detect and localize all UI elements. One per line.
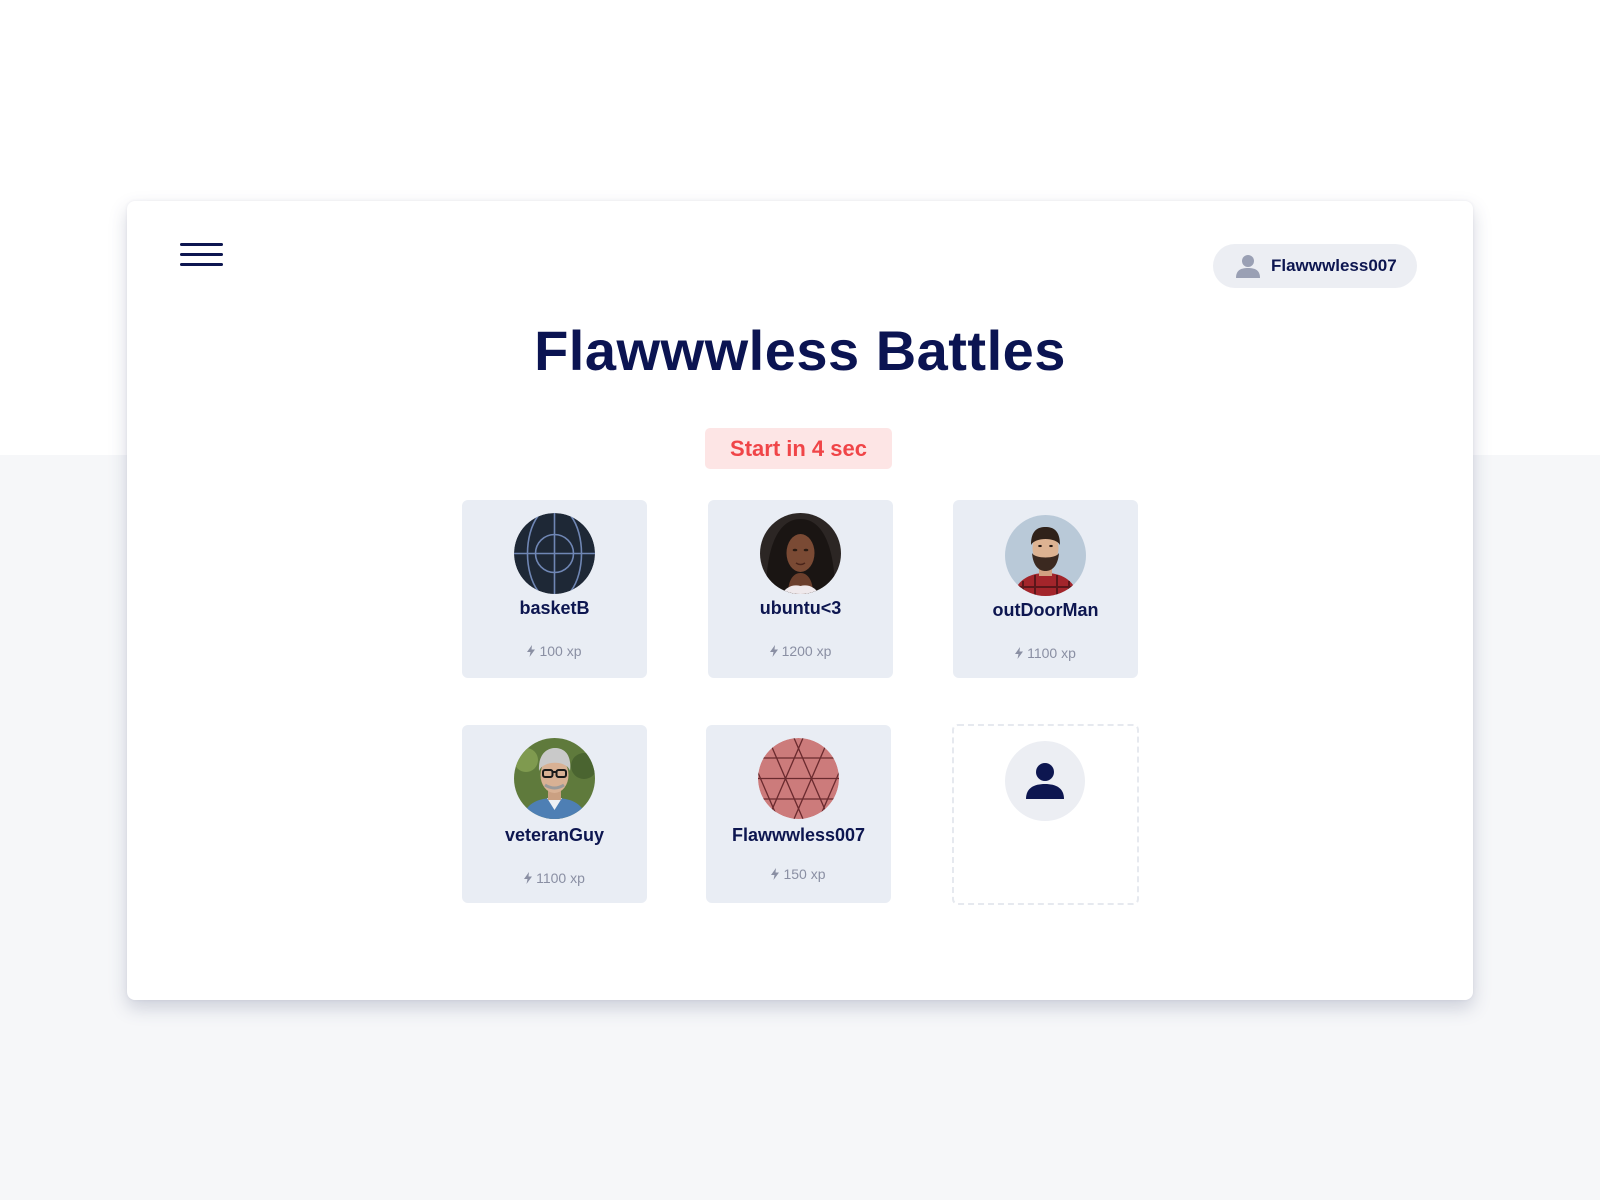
lightning-icon <box>771 868 780 880</box>
player-xp: 1100 xp <box>462 870 647 886</box>
xp-value: 100 xp <box>539 643 582 659</box>
player-xp: 1100 xp <box>953 645 1138 661</box>
countdown-badge: Start in 4 sec <box>705 428 892 469</box>
player-card[interactable]: basketB 100 xp <box>462 500 647 678</box>
page-title: Flawwwless Battles <box>534 319 1066 382</box>
player-xp: 150 xp <box>706 866 891 882</box>
username-label: Flawwwless007 <box>1271 256 1397 275</box>
user-profile-button[interactable]: Flawwwless007 <box>1213 244 1417 288</box>
lightning-icon <box>527 645 536 657</box>
lightning-icon <box>769 645 778 657</box>
player-name: outDoorMan <box>992 600 1099 620</box>
player-name: veteranGuy <box>504 825 605 845</box>
xp-value: 1200 xp <box>781 643 832 659</box>
player-card[interactable]: outDoorMan 1100 xp <box>953 500 1138 678</box>
lightning-icon <box>1015 647 1024 659</box>
lightning-icon <box>524 872 533 884</box>
pattern-avatar <box>758 738 839 819</box>
player-card[interactable]: veteranGuy 1100 xp <box>462 725 647 903</box>
older-man-glasses-photo-avatar <box>514 738 595 819</box>
empty-player-slot[interactable] <box>952 724 1139 905</box>
basketball-avatar <box>514 513 595 594</box>
player-xp: 100 xp <box>462 643 647 659</box>
player-name: basketB <box>519 598 590 618</box>
user-placeholder-icon <box>1005 741 1085 821</box>
player-xp: 1200 xp <box>708 643 893 659</box>
xp-value: 150 xp <box>783 866 826 882</box>
user-icon <box>1236 255 1260 278</box>
player-card[interactable]: ubuntu<3 1200 xp <box>708 500 893 678</box>
player-card[interactable]: Flawwwless007 150 xp <box>706 725 891 903</box>
woman-photo-avatar <box>760 513 841 594</box>
xp-value: 1100 xp <box>536 870 585 886</box>
bearded-man-photo-avatar <box>1005 515 1086 596</box>
hamburger-menu-icon[interactable] <box>180 241 224 271</box>
player-name: ubuntu<3 <box>759 598 842 618</box>
xp-value: 1100 xp <box>1027 645 1076 661</box>
player-name: Flawwwless007 <box>731 825 866 845</box>
battle-lobby-card: Flawwwless007 Flawwwless Battles Start i… <box>127 201 1473 1000</box>
